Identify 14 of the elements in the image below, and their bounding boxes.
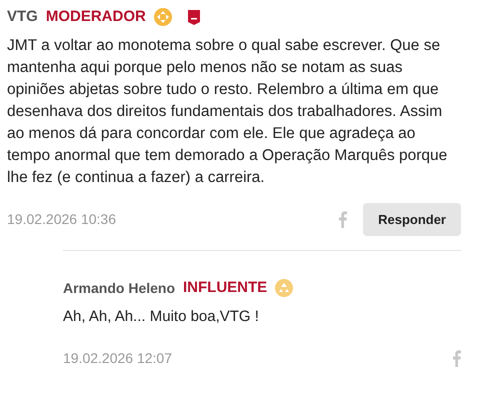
bookmark-icon [188, 10, 200, 25]
facebook-icon[interactable] [338, 210, 348, 228]
author-name[interactable]: VTG [7, 6, 38, 28]
facebook-icon[interactable] [452, 350, 461, 366]
role-label: INFLUENTE [183, 278, 268, 298]
arrows-badge-icon [154, 8, 172, 26]
author-name[interactable]: Armando Heleno [63, 278, 176, 299]
role-label: MODERADOR [46, 7, 146, 27]
comment-text: JMT a voltar ao monotema sobre o qual sabe escrever. Que se mantenha aqui porque pelo menos não se notam as suas opiniões abjetas sobre tudo o resto. Relembro a última em que desenhava dos direitos fundamentais dos trabalhadores. Assim ao menos dá para concordar com ele. Ele que agradeça ao tempo anormal que tem demorado a Operação Marquês porque lhe fez (e continua a fazer) a carreira. [7, 36, 448, 188]
arrows-badge-icon [275, 279, 294, 298]
comment-date: 19.02.2026 12:07 [63, 348, 172, 368]
comment-text: Ah, Ah, Ah... Muito boa,VTG ! [63, 306, 260, 326]
comment-date: 19.02.2026 10:36 [7, 210, 116, 229]
reply-button[interactable]: Responder [363, 202, 461, 236]
